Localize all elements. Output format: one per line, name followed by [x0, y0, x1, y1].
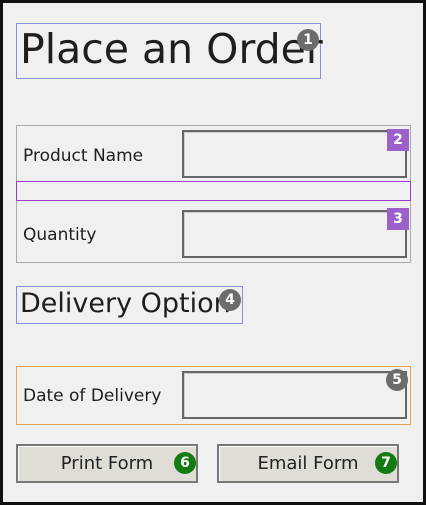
- form-window: Place an Order 1 Product Name 2 Quantity…: [0, 0, 426, 505]
- product-name-label: Product Name: [23, 146, 144, 166]
- marker-badge-3: 3: [387, 208, 409, 230]
- marker-badge-5: 5: [386, 369, 408, 391]
- date-of-delivery-input[interactable]: [182, 371, 407, 419]
- date-of-delivery-label: Date of Delivery: [23, 386, 162, 406]
- product-name-input[interactable]: [182, 130, 407, 178]
- print-form-button[interactable]: Print Form: [16, 444, 198, 483]
- delivery-option-heading: Delivery Option: [20, 288, 231, 319]
- marker-badge-1: 1: [297, 29, 319, 51]
- marker-badge-4: 4: [219, 289, 241, 311]
- marker-badge-6: 6: [174, 452, 196, 474]
- email-form-label: Email Form: [257, 453, 359, 474]
- marker-badge-2: 2: [387, 129, 409, 151]
- quantity-input[interactable]: [182, 210, 407, 258]
- email-form-button[interactable]: Email Form: [217, 444, 399, 483]
- quantity-label: Quantity: [23, 225, 97, 245]
- group-divider: [16, 181, 411, 201]
- page-title: Place an Order: [20, 25, 323, 73]
- marker-badge-7: 7: [375, 452, 397, 474]
- print-form-label: Print Form: [60, 453, 154, 474]
